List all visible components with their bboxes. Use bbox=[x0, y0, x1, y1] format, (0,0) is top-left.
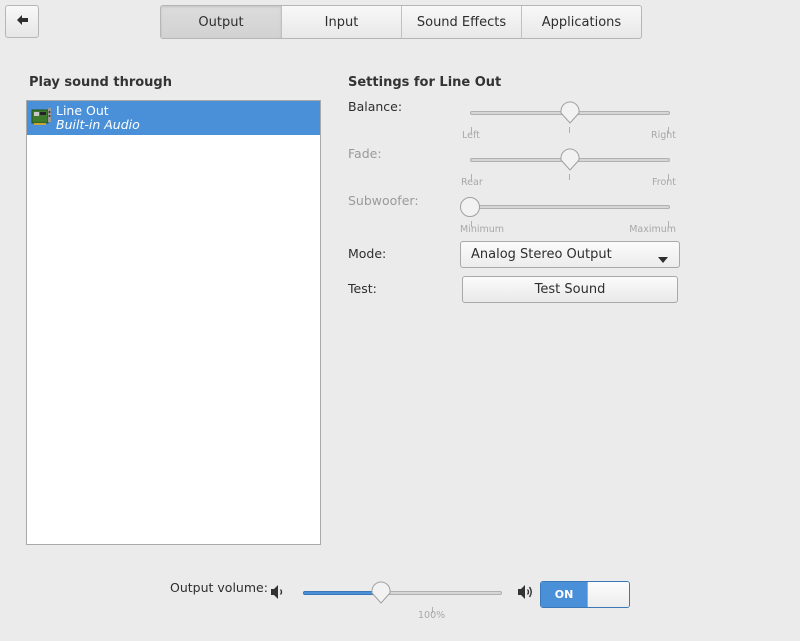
switch-on-label: ON bbox=[541, 582, 587, 607]
output-device-list[interactable]: Line Out Built-in Audio bbox=[26, 100, 321, 545]
subwoofer-label: Subwoofer: bbox=[348, 193, 419, 208]
device-item-line-out[interactable]: Line Out Built-in Audio bbox=[27, 101, 320, 135]
balance-slider-handle[interactable] bbox=[559, 101, 581, 125]
tab-input[interactable]: Input bbox=[281, 6, 401, 38]
tab-output[interactable]: Output bbox=[161, 6, 281, 38]
fade-min-label: Rear bbox=[461, 177, 483, 188]
chevron-down-icon bbox=[658, 252, 668, 267]
output-volume-label: Output volume: bbox=[170, 580, 268, 595]
test-label: Test: bbox=[348, 281, 377, 296]
device-name: Line Out bbox=[56, 103, 109, 118]
fade-label: Fade: bbox=[348, 146, 382, 161]
balance-max-label: Right bbox=[650, 130, 676, 141]
balance-min-label: Left bbox=[462, 130, 480, 141]
subwoofer-slider-handle[interactable] bbox=[459, 195, 481, 219]
settings-heading: Settings for Line Out bbox=[348, 75, 502, 90]
sound-card-icon bbox=[30, 105, 52, 131]
volume-100-percent-label: 100% bbox=[418, 610, 446, 621]
switch-handle[interactable] bbox=[587, 582, 629, 607]
tab-applications[interactable]: Applications bbox=[521, 6, 641, 38]
balance-label: Balance: bbox=[348, 99, 403, 114]
test-sound-button[interactable]: Test Sound bbox=[462, 276, 678, 303]
subwoofer-min-label: Minimum bbox=[460, 224, 505, 235]
output-mute-switch[interactable]: ON bbox=[540, 581, 630, 608]
back-button[interactable] bbox=[5, 5, 39, 38]
subwoofer-slider[interactable]: Minimum Maximum bbox=[460, 195, 676, 235]
volume-low-icon[interactable] bbox=[270, 584, 288, 604]
output-volume-slider-handle[interactable] bbox=[370, 581, 392, 605]
subwoofer-max-label: Maximum bbox=[629, 224, 676, 235]
balance-slider[interactable]: Left Right bbox=[462, 101, 676, 141]
tab-bar: Output Input Sound Effects Applications bbox=[160, 5, 642, 39]
device-description: Built-in Audio bbox=[56, 117, 140, 132]
mode-label: Mode: bbox=[348, 246, 387, 261]
mode-value: Analog Stereo Output bbox=[471, 247, 612, 262]
fade-slider-handle[interactable] bbox=[559, 148, 581, 172]
back-arrow-icon bbox=[15, 14, 29, 30]
fade-slider[interactable]: Rear Front bbox=[461, 148, 676, 188]
output-volume-slider[interactable]: 100% bbox=[303, 581, 502, 621]
play-sound-through-heading: Play sound through bbox=[29, 75, 172, 90]
mode-dropdown[interactable]: Analog Stereo Output bbox=[460, 241, 680, 268]
fade-max-label: Front bbox=[651, 177, 676, 188]
tab-sound-effects[interactable]: Sound Effects bbox=[401, 6, 521, 38]
volume-high-icon[interactable] bbox=[517, 584, 537, 604]
